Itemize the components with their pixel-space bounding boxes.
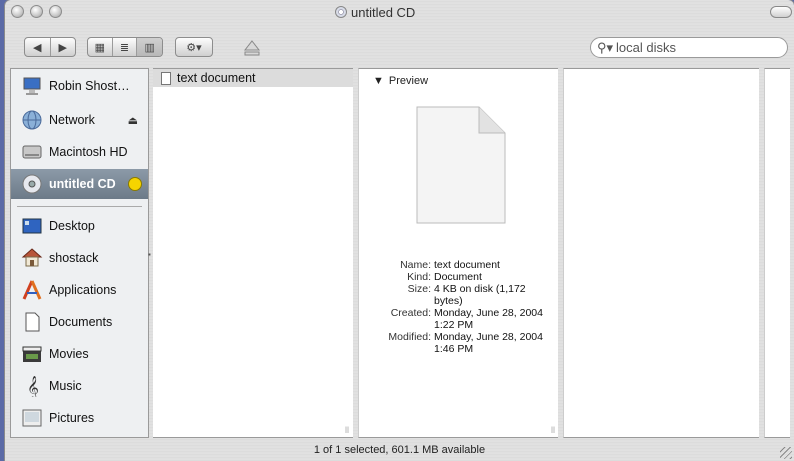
window-title-text: untitled CD: [351, 4, 416, 20]
finder-window: untitled CD ◀ ▶ ▦ ≣ ▥ ⚙▾ ⚲▾ local disks …: [5, 0, 794, 461]
document-icon: [161, 71, 171, 85]
info-label: Kind:: [407, 271, 431, 283]
info-value: Monday, June 28, 2004 1:22 PM: [434, 307, 543, 331]
movies-icon: [22, 346, 42, 362]
info-row-created: Created: Monday, June 28, 2004 1:22 PM: [359, 307, 559, 331]
pictures-icon: [22, 409, 42, 427]
applications-icon: [22, 280, 42, 300]
sidebar-item-label: Music: [49, 379, 82, 393]
forward-button[interactable]: ▶: [51, 38, 76, 56]
sidebar-item-untitled-cd[interactable]: untitled CD: [11, 169, 148, 199]
column-preview: ▼ Preview Name: text document Kind: Docu…: [358, 68, 558, 438]
info-label: Created:: [390, 307, 431, 319]
info-value: 4 KB on disk (1,172 bytes): [434, 283, 526, 307]
info-row-kind: Kind: Document: [359, 271, 559, 283]
close-button[interactable]: [11, 5, 24, 18]
sidebar-item-label: Macintosh HD: [49, 145, 128, 159]
sidebar-item-label: Applications: [49, 283, 117, 297]
toolbar-toggle-button[interactable]: [770, 6, 792, 18]
sidebar-item-label: Documents: [49, 315, 113, 329]
sidebar-item-label: Network: [49, 113, 95, 127]
info-label: Size:: [407, 283, 431, 295]
action-menu-button[interactable]: ⚙▾: [176, 38, 212, 56]
sidebar-divider: [17, 206, 142, 207]
column-resize-handle[interactable]: ll: [345, 425, 349, 435]
info-row-name: Name: text document: [359, 259, 559, 271]
sidebar-item-label: Desktop: [49, 219, 95, 233]
music-icon: 𝄞: [27, 375, 39, 397]
title-bar[interactable]: untitled CD: [5, 0, 794, 24]
sidebar-item-movies[interactable]: Movies: [11, 339, 148, 369]
sidebar-item-label: Robin Shost…: [49, 79, 130, 93]
cd-icon: [22, 174, 42, 194]
sidebar-item-shostack[interactable]: shostack: [11, 243, 148, 273]
search-input[interactable]: [616, 40, 767, 55]
sidebar-item-computer[interactable]: Robin Shost…: [11, 71, 148, 101]
sidebar-resize-handle[interactable]: ▪: [148, 250, 151, 259]
back-forward-control: ◀ ▶: [24, 37, 76, 57]
info-row-modified: Modified: Monday, June 28, 2004 1:46 PM: [359, 331, 559, 355]
list-view-button[interactable]: ≣: [113, 38, 138, 56]
svg-text:𝄞: 𝄞: [27, 375, 39, 397]
preview-heading-label: Preview: [388, 75, 429, 87]
back-button[interactable]: ◀: [25, 38, 51, 56]
sidebar-item-label: shostack: [49, 251, 99, 265]
info-label: Name:: [400, 259, 431, 271]
zoom-button[interactable]: [49, 5, 62, 18]
column-view-button[interactable]: ▥: [137, 38, 162, 56]
resize-grip[interactable]: [780, 447, 792, 459]
column-empty: [563, 68, 759, 438]
sidebar-item-label: Pictures: [49, 411, 95, 425]
column-resize-handle[interactable]: ll: [551, 425, 555, 435]
document-preview-icon: [416, 106, 506, 224]
file-name: text document: [177, 71, 256, 85]
preview-heading[interactable]: ▼ Preview: [373, 75, 428, 87]
window-title: untitled CD: [335, 4, 465, 20]
view-control: ▦ ≣ ▥: [87, 37, 163, 57]
action-menu: ⚙▾: [175, 37, 213, 57]
eject-icon[interactable]: ⏏: [128, 114, 138, 127]
info-value: text document: [434, 259, 500, 271]
status-bar: 1 of 1 selected, 601.1 MB available: [5, 438, 794, 461]
sidebar-item-macintosh-hd[interactable]: Macintosh HD: [11, 137, 148, 167]
status-text: 1 of 1 selected, 601.1 MB available: [313, 443, 486, 456]
search-field[interactable]: ⚲▾: [590, 37, 788, 58]
disclosure-triangle-icon[interactable]: ▼: [373, 75, 384, 87]
sidebar-item-applications[interactable]: Applications: [11, 275, 148, 305]
column-files: text document ll: [153, 68, 353, 438]
sidebar-item-desktop[interactable]: Desktop: [11, 211, 148, 241]
home-icon: [21, 248, 43, 267]
sidebar-item-documents[interactable]: Documents: [11, 307, 148, 337]
search-icon: ⚲▾: [597, 39, 614, 55]
info-value: Document: [434, 271, 482, 283]
column-empty: [764, 68, 790, 438]
file-info: Name: text document Kind: Document Size:…: [359, 259, 559, 355]
burn-icon[interactable]: [128, 177, 142, 191]
file-row[interactable]: text document: [153, 69, 353, 87]
sidebar-item-pictures[interactable]: Pictures: [11, 403, 148, 433]
desktop-icon: [22, 218, 42, 234]
cd-icon: [335, 6, 347, 18]
network-globe-icon: [22, 110, 42, 130]
info-label: Modified:: [388, 331, 431, 343]
eject-icon[interactable]: [242, 38, 262, 58]
computer-icon: [23, 77, 41, 95]
info-row-size: Size: 4 KB on disk (1,172 bytes): [359, 283, 559, 307]
sidebar: Robin Shost… Network ⏏ Macintosh HD unti…: [10, 68, 149, 438]
documents-icon: [25, 312, 40, 332]
info-value: Monday, June 28, 2004 1:46 PM: [434, 331, 543, 355]
sidebar-item-label: Movies: [49, 347, 89, 361]
minimize-button[interactable]: [30, 5, 43, 18]
sidebar-item-network[interactable]: Network ⏏: [11, 105, 148, 135]
sidebar-item-music[interactable]: 𝄞 Music: [11, 371, 148, 401]
sidebar-item-label: untitled CD: [49, 177, 116, 191]
hard-disk-icon: [22, 145, 42, 159]
icon-view-button[interactable]: ▦: [88, 38, 113, 56]
